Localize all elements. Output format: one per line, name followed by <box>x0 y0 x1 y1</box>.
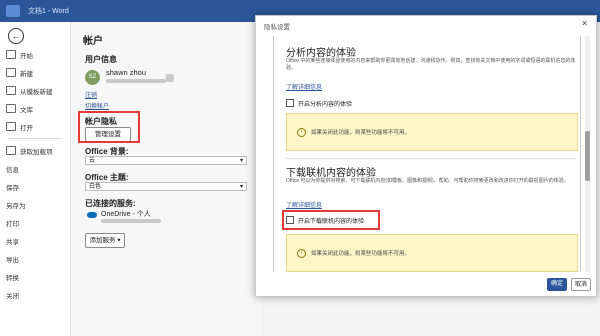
backstage-sidebar: ← 开始 新建 从模板新建 文库 打开 获取加载项 信息 保存 另存为 打印 共… <box>0 22 71 336</box>
office-background-select[interactable]: 云 ▾ <box>85 156 247 165</box>
chevron-down-icon: ▾ <box>239 184 243 190</box>
sidebar-item-save-as[interactable]: 另存为 <box>6 200 26 210</box>
section-analyze-title: 分析内容的体验 <box>286 48 356 59</box>
info-icon: i <box>297 128 306 137</box>
dialog-scroll-area: 分析内容的体验 Office 中的某些连接体验使用的内容来帮助你更高效地创建、沟… <box>273 36 583 272</box>
onedrive-service: OneDrive - 个人 <box>101 211 151 218</box>
sidebar-item-info[interactable]: 信息 <box>6 164 19 174</box>
analyze-content-checkbox[interactable]: 开启分析内容的体验 <box>286 99 352 108</box>
dialog-scrollbar[interactable] <box>585 36 590 272</box>
template-icon <box>6 86 16 95</box>
sidebar-item-export[interactable]: 导出 <box>6 254 19 264</box>
settings-panel: 分析内容的体验 Office 中的某些连接体验使用的内容来帮助你更高效地创建、沟… <box>273 36 581 272</box>
sidebar-item-home[interactable]: 开始 <box>6 50 33 60</box>
highlight-checkbox-box <box>282 210 380 230</box>
home-icon <box>6 50 16 59</box>
sidebar-item-from-template[interactable]: 从模板新建 <box>6 86 53 96</box>
section-divider <box>286 158 576 159</box>
info-banner: i 如果关闭此功能，则某些功能将不可用。 <box>286 113 578 151</box>
close-icon[interactable]: ✕ <box>581 19 588 28</box>
sidebar-item-addins[interactable]: 获取加载项 <box>6 146 53 156</box>
avatar: SZ <box>85 70 100 85</box>
sidebar-item-close[interactable]: 关闭 <box>6 290 19 300</box>
chevron-down-icon: ▾ <box>239 158 243 164</box>
ok-button[interactable]: 确定 <box>547 278 567 291</box>
section-analyze-description: Office 中的某些连接体验使用的内容来帮助你更高效地创建、沟通和协作。例如，… <box>286 58 576 71</box>
blurred-email <box>106 79 166 83</box>
learn-more-link[interactable]: 了解详细信息 <box>286 200 322 209</box>
new-doc-icon <box>6 68 16 77</box>
dialog-title: 隐私设置 <box>264 24 290 31</box>
back-arrow-icon[interactable]: ← <box>8 28 24 44</box>
page-title: 帐户 <box>83 36 103 47</box>
checkbox-icon <box>286 99 294 107</box>
office-theme-select[interactable]: 白色 ▾ <box>85 182 247 191</box>
sidebar-item-print[interactable]: 打印 <box>6 218 19 228</box>
sidebar-item-library[interactable]: 文库 <box>6 104 33 114</box>
account-page: 帐户 用户信息 SZ shawn zhou 注销 切换帐户 帐户隐私 管理设置 … <box>71 22 261 336</box>
sidebar-item-transform[interactable]: 转换 <box>6 272 19 282</box>
word-logo-icon <box>6 5 20 17</box>
sign-out-link[interactable]: 注销 <box>85 90 97 99</box>
sidebar-item-open[interactable]: 打开 <box>6 122 33 132</box>
window-title: 文档1 - Word <box>28 8 69 15</box>
info-banner: i 如果关闭此功能，则某些功能将不可用。 <box>286 234 578 272</box>
sidebar-item-save[interactable]: 保存 <box>6 182 19 192</box>
library-icon <box>6 104 16 113</box>
cancel-button[interactable]: 取消 <box>571 278 591 291</box>
sidebar-divider <box>8 138 62 139</box>
learn-more-link[interactable]: 了解详细信息 <box>286 82 322 91</box>
highlight-privacy-box <box>78 111 140 143</box>
blurred-onedrive-email <box>101 219 161 223</box>
onedrive-icon <box>87 212 97 218</box>
connected-services-label: 已连接的服务: <box>85 199 136 208</box>
sidebar-item-share[interactable]: 共享 <box>6 236 19 246</box>
sidebar-item-new[interactable]: 新建 <box>6 68 33 78</box>
user-name: shawn zhou <box>106 68 147 77</box>
switch-account-link[interactable]: 切换帐户 <box>85 101 109 110</box>
privacy-settings-dialog: 隐私设置 ✕ 分析内容的体验 Office 中的某些连接体验使用的内容来帮助你更… <box>255 15 597 297</box>
scrollbar-thumb[interactable] <box>585 131 590 181</box>
section-download-title: 下载联机内容的体验 <box>286 168 376 179</box>
add-service-button[interactable]: 添加服务 ▾ <box>85 233 125 248</box>
blurred-info <box>166 74 174 82</box>
folder-icon <box>6 122 16 131</box>
addin-icon <box>6 146 16 155</box>
section-download-description: Office 可以为你提供对搜索、可下载联机内容(如模板、图像和视频)、帮助、可… <box>286 178 569 184</box>
user-info-heading: 用户信息 <box>85 55 117 64</box>
info-icon: i <box>297 249 306 258</box>
